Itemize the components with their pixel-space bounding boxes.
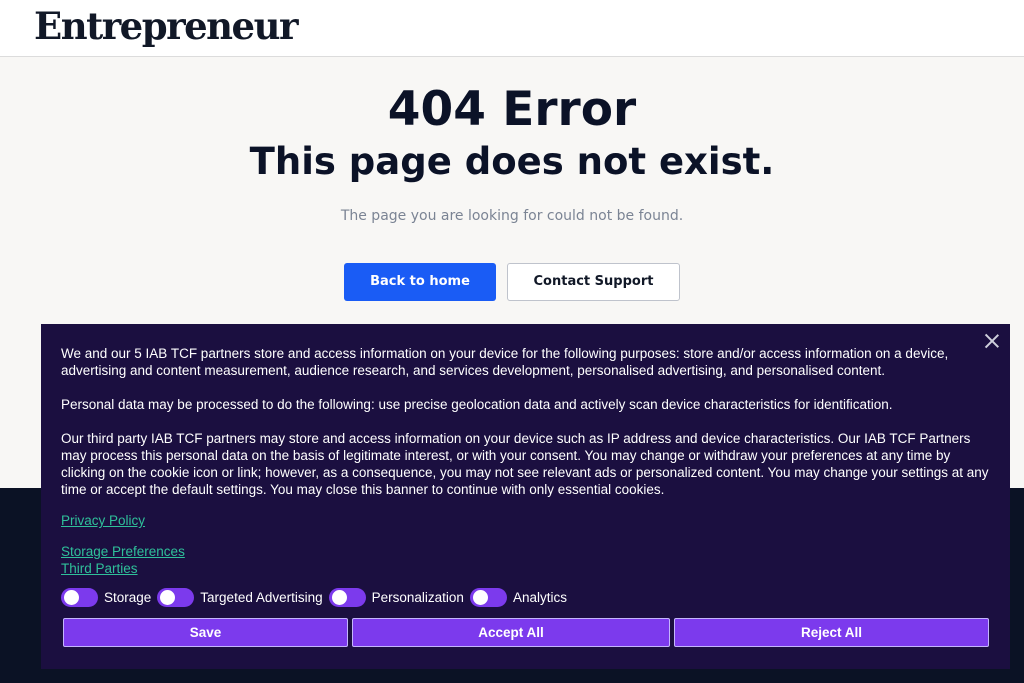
toggle-switch[interactable] bbox=[469, 587, 507, 607]
consent-actions: Save Accept All Reject All bbox=[63, 618, 989, 647]
toggle-storage[interactable]: Storage bbox=[61, 587, 152, 607]
toggle-personalization[interactable]: Personalization bbox=[328, 587, 464, 607]
back-to-home-button[interactable]: Back to home bbox=[344, 263, 496, 301]
consent-purposes-text: We and our 5 IAB TCF partners store and … bbox=[61, 346, 949, 378]
error-title: 404 Error bbox=[387, 82, 637, 137]
error-subtitle: This page does not exist. bbox=[249, 140, 775, 183]
toggle-switch[interactable] bbox=[328, 587, 366, 607]
consent-toggles: Storage Targeted Advertising Personaliza… bbox=[61, 587, 573, 607]
toggle-analytics[interactable]: Analytics bbox=[469, 587, 567, 607]
toggle-label: Personalization bbox=[371, 589, 464, 605]
consent-partners-text: Our third party IAB TCF partners may sto… bbox=[61, 431, 989, 497]
toggle-switch[interactable] bbox=[61, 587, 98, 607]
toggle-label: Targeted Advertising bbox=[200, 589, 323, 605]
toggle-label: Storage bbox=[104, 589, 152, 605]
storage-preferences-link[interactable]: Storage Preferences bbox=[61, 543, 185, 560]
toggle-targeted-advertising[interactable]: Targeted Advertising bbox=[157, 587, 323, 607]
consent-processing-text: Personal data may be processed to do the… bbox=[61, 397, 893, 412]
toggle-label: Analytics bbox=[512, 589, 567, 605]
cookie-consent-banner: We and our 5 IAB TCF partners store and … bbox=[41, 324, 1010, 669]
privacy-policy-link[interactable]: Privacy Policy bbox=[61, 512, 145, 529]
site-header: Entrepreneur bbox=[0, 0, 1024, 57]
third-parties-link[interactable]: Third Parties bbox=[61, 560, 138, 577]
error-message: The page you are looking for could not b… bbox=[340, 208, 684, 224]
toggle-switch[interactable] bbox=[157, 587, 195, 607]
entrepreneur-logo[interactable]: Entrepreneur bbox=[34, 4, 298, 48]
save-button[interactable]: Save bbox=[63, 618, 348, 647]
contact-support-button[interactable]: Contact Support bbox=[507, 263, 680, 301]
accept-all-button[interactable]: Accept All bbox=[352, 618, 670, 647]
reject-all-button[interactable]: Reject All bbox=[674, 618, 989, 647]
